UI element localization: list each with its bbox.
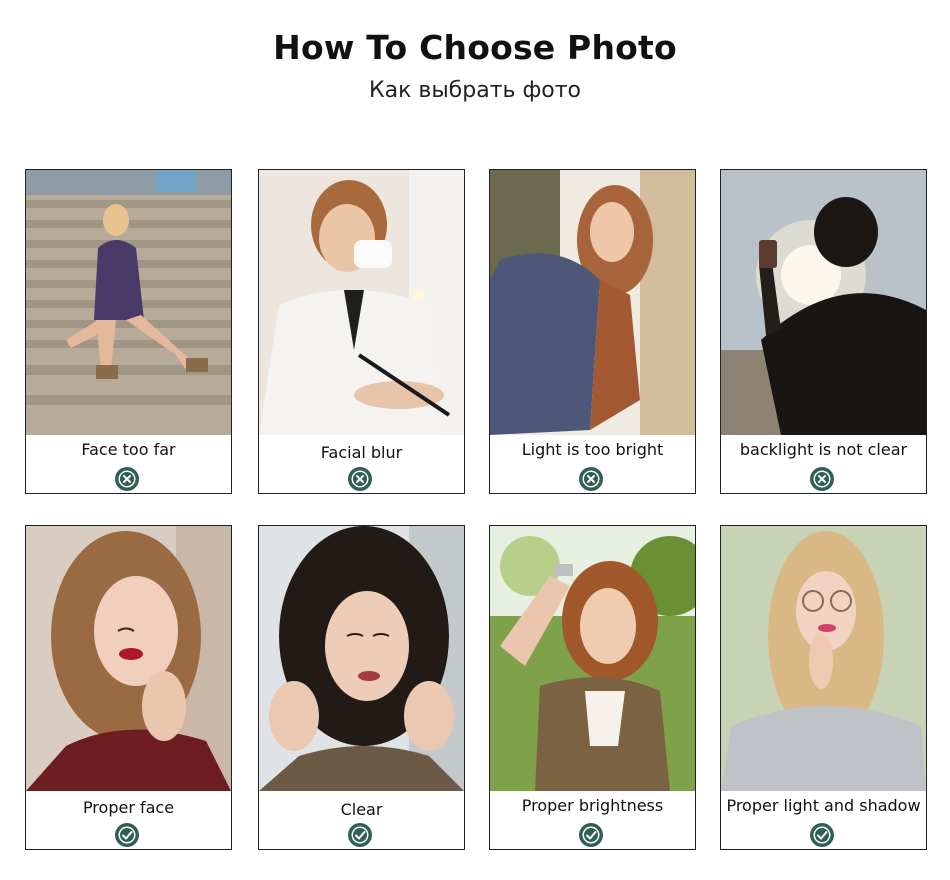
photo-proper-face <box>26 526 231 791</box>
example-card-proper-face: Proper face <box>25 525 232 850</box>
example-card-proper-light-shadow: Proper light and shadow <box>720 525 927 850</box>
example-card-proper-brightness: Proper brightness <box>489 525 696 850</box>
caption-proper-brightness: Proper brightness <box>521 796 664 815</box>
cross-icon <box>578 466 604 492</box>
caption-light-too-bright: Light is too bright <box>521 440 664 459</box>
example-card-clear: Clear <box>258 525 465 850</box>
page-subtitle: Как выбрать фото <box>368 78 582 103</box>
check-icon <box>578 822 604 848</box>
cross-icon <box>114 466 140 492</box>
check-icon <box>347 822 373 848</box>
example-card-light-too-bright: Light is too bright <box>489 169 696 494</box>
photo-facial-blur <box>259 170 464 435</box>
cross-icon <box>809 466 835 492</box>
caption-proper-face: Proper face <box>82 798 175 817</box>
caption-clear: Clear <box>340 800 383 819</box>
check-icon <box>114 822 140 848</box>
caption-proper-light-shadow: Proper light and shadow <box>726 796 921 815</box>
caption-face-too-far: Face too far <box>81 440 176 459</box>
page-title: How To Choose Photo <box>273 28 677 67</box>
caption-backlight: backlight is not clear <box>739 440 908 459</box>
photo-face-too-far <box>26 170 231 435</box>
example-card-face-too-far: Face too far <box>25 169 232 494</box>
photo-proper-brightness <box>490 526 695 791</box>
check-icon <box>809 822 835 848</box>
cross-icon <box>347 466 373 492</box>
photo-proper-light-shadow <box>721 526 926 791</box>
photo-light-too-bright <box>490 170 695 435</box>
photo-clear <box>259 526 464 791</box>
photo-backlight <box>721 170 926 435</box>
example-card-facial-blur: Facial blur <box>258 169 465 494</box>
example-card-backlight: backlight is not clear <box>720 169 927 494</box>
caption-facial-blur: Facial blur <box>320 443 403 462</box>
